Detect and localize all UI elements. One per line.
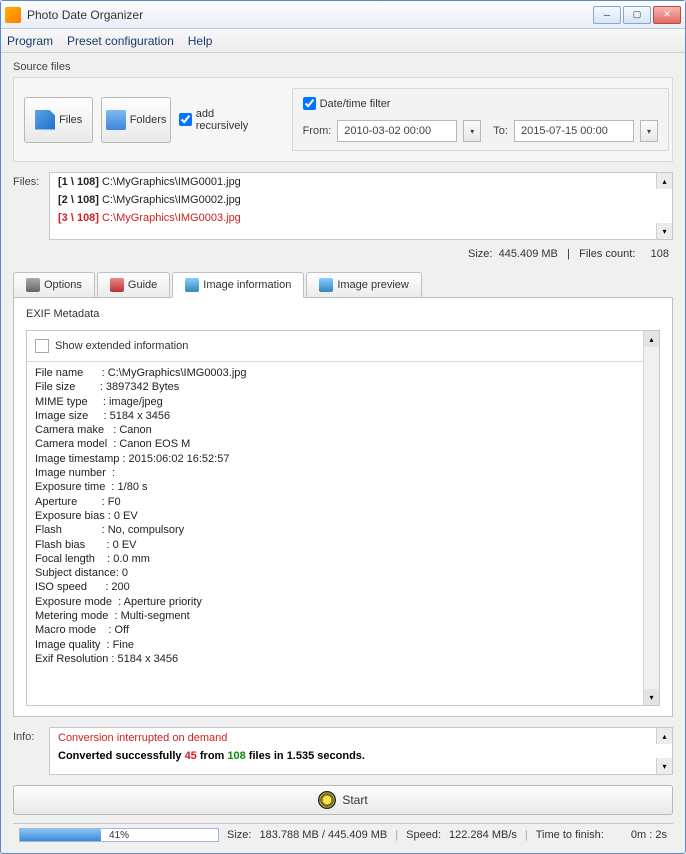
datetime-filter-input[interactable] bbox=[303, 97, 316, 110]
scroll-up-icon[interactable]: ▴ bbox=[656, 173, 672, 189]
info-box: Conversion interrupted on demand Convert… bbox=[49, 727, 673, 775]
scroll-up-icon[interactable]: ▴ bbox=[656, 728, 672, 744]
to-date-input[interactable]: 2015-07-15 00:00 bbox=[514, 120, 634, 142]
progress-percent: 41% bbox=[20, 829, 218, 841]
status-ttf-value: 0m : 2s bbox=[631, 829, 667, 841]
status-speed-label: Speed: bbox=[406, 829, 441, 841]
extended-info-label: Show extended information bbox=[55, 340, 188, 352]
list-item[interactable]: [3 \ 108] C:\MyGraphics\IMG0003.jpg bbox=[50, 209, 672, 227]
app-icon bbox=[5, 7, 21, 23]
source-panel: Files Folders add recursively Date/time … bbox=[13, 77, 673, 162]
info-line2: Converted successfully 45 from 108 files… bbox=[58, 750, 664, 762]
source-label: Source files bbox=[13, 61, 673, 73]
menu-help[interactable]: Help bbox=[188, 34, 213, 48]
exif-scrollbar[interactable]: ▴ ▾ bbox=[643, 331, 659, 705]
files-button[interactable]: Files bbox=[24, 97, 93, 143]
folder-icon bbox=[106, 110, 126, 130]
datetime-filter-label: Date/time filter bbox=[320, 98, 391, 110]
image-icon bbox=[319, 278, 333, 292]
datetime-filter-checkbox[interactable]: Date/time filter bbox=[303, 97, 658, 110]
checkbox-icon[interactable] bbox=[35, 339, 49, 353]
info-line1: Conversion interrupted on demand bbox=[58, 732, 664, 744]
scroll-down-icon[interactable]: ▾ bbox=[656, 758, 672, 774]
recursive-checkbox[interactable]: add recursively bbox=[179, 108, 262, 132]
to-date-dropdown[interactable]: ▾ bbox=[640, 120, 658, 142]
maximize-button[interactable]: ▢ bbox=[623, 6, 651, 24]
minimize-button[interactable]: ─ bbox=[593, 6, 621, 24]
scroll-down-icon[interactable]: ▾ bbox=[656, 223, 672, 239]
close-button[interactable]: ✕ bbox=[653, 6, 681, 24]
files-label: Files: bbox=[13, 172, 43, 240]
progress-bar: 41% bbox=[19, 828, 219, 842]
exif-text: File name : C:\MyGraphics\IMG0003.jpg Fi… bbox=[35, 366, 651, 666]
extended-info-checkbox[interactable]: Show extended information bbox=[35, 337, 651, 359]
from-label: From: bbox=[303, 125, 332, 137]
tab-panel: EXIF Metadata Show extended information … bbox=[13, 298, 673, 717]
files-button-label: Files bbox=[59, 114, 82, 126]
recursive-checkbox-input[interactable] bbox=[179, 113, 192, 126]
tabs: Options Guide Image information Image pr… bbox=[13, 272, 673, 298]
scroll-down-icon[interactable]: ▾ bbox=[644, 689, 659, 705]
files-stats: Size: 445.409 MB | Files count: 108 bbox=[17, 248, 669, 260]
tab-image-preview[interactable]: Image preview bbox=[306, 272, 422, 297]
tab-guide[interactable]: Guide bbox=[97, 272, 170, 297]
from-date-dropdown[interactable]: ▾ bbox=[463, 120, 481, 142]
recursive-label: add recursively bbox=[196, 108, 262, 132]
book-icon bbox=[110, 278, 124, 292]
radiation-icon bbox=[318, 791, 336, 809]
files-list[interactable]: [1 \ 108] C:\MyGraphics\IMG0001.jpg [2 \… bbox=[49, 172, 673, 240]
image-icon bbox=[185, 278, 199, 292]
folders-button-label: Folders bbox=[130, 114, 167, 126]
from-date-input[interactable]: 2010-03-02 00:00 bbox=[337, 120, 457, 142]
exif-box: Show extended information File name : C:… bbox=[26, 330, 660, 706]
filter-panel: Date/time filter From: 2010-03-02 00:00 … bbox=[292, 88, 669, 151]
list-item[interactable]: [1 \ 108] C:\MyGraphics\IMG0001.jpg bbox=[50, 173, 672, 191]
exif-title: EXIF Metadata bbox=[26, 308, 660, 320]
wrench-icon bbox=[26, 278, 40, 292]
menubar: Program Preset configuration Help bbox=[1, 29, 685, 53]
statusbar: 41% Size: 183.788 MB / 445.409 MB | Spee… bbox=[13, 823, 673, 845]
app-window: Photo Date Organizer ─ ▢ ✕ Program Prese… bbox=[0, 0, 686, 854]
list-item[interactable]: [2 \ 108] C:\MyGraphics\IMG0002.jpg bbox=[50, 191, 672, 209]
folders-button[interactable]: Folders bbox=[101, 97, 170, 143]
info-label: Info: bbox=[13, 727, 43, 775]
menu-preset[interactable]: Preset configuration bbox=[67, 34, 174, 48]
start-button-label: Start bbox=[342, 793, 367, 807]
status-size-label: Size: bbox=[227, 829, 251, 841]
to-label: To: bbox=[493, 125, 508, 137]
tab-options[interactable]: Options bbox=[13, 272, 95, 297]
status-size-value: 183.788 MB / 445.409 MB bbox=[259, 829, 387, 841]
menu-program[interactable]: Program bbox=[7, 34, 53, 48]
titlebar: Photo Date Organizer ─ ▢ ✕ bbox=[1, 1, 685, 29]
scroll-up-icon[interactable]: ▴ bbox=[644, 331, 659, 347]
start-button[interactable]: Start bbox=[13, 785, 673, 815]
file-icon bbox=[35, 110, 55, 130]
status-ttf-label: Time to finish: bbox=[536, 829, 604, 841]
status-speed-value: 122.284 MB/s bbox=[449, 829, 517, 841]
window-title: Photo Date Organizer bbox=[27, 8, 593, 22]
tab-image-information[interactable]: Image information bbox=[172, 272, 304, 298]
